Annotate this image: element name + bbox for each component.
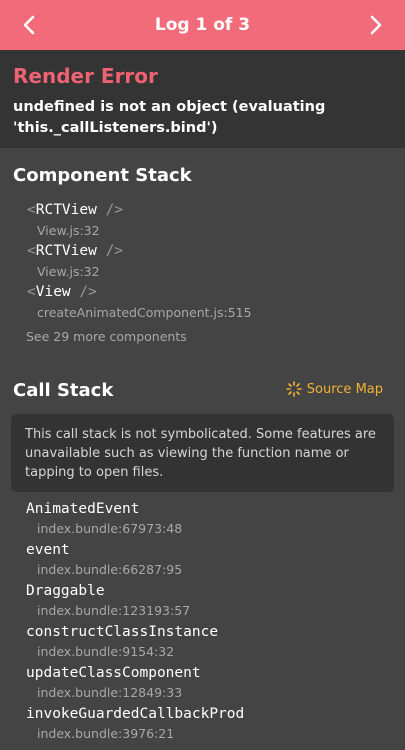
- component-file: View.js:32: [37, 223, 100, 238]
- stack-frame[interactable]: AnimatedEvent index.bundle:67973:48: [26, 501, 182, 536]
- frame-function: Draggable: [26, 583, 105, 599]
- frame-location: index.bundle:3976:21: [37, 726, 175, 741]
- error-title: Render Error: [13, 64, 158, 88]
- source-map-button[interactable]: Source Map: [285, 381, 383, 397]
- previous-log-button[interactable]: [4, 0, 54, 50]
- frame-location: index.bundle:67973:48: [37, 521, 183, 536]
- frame-function: constructClassInstance: [26, 624, 219, 640]
- component-file: createAnimatedComponent.js:515: [37, 305, 252, 320]
- frame-location: index.bundle:123193:57: [37, 603, 191, 618]
- frame-location: index.bundle:9154:32: [37, 644, 175, 659]
- component-file: View.js:32: [37, 264, 100, 279]
- frame-location: index.bundle:66287:95: [37, 562, 183, 577]
- source-map-label: Source Map: [306, 381, 383, 397]
- frame-function: event: [26, 542, 70, 558]
- frame-function: invokeGuardedCallbackProd: [26, 706, 245, 722]
- stack-frame[interactable]: constructClassInstance index.bundle:9154…: [26, 624, 218, 659]
- log-counter-title: Log 1 of 3: [154, 15, 251, 35]
- stack-frame[interactable]: event index.bundle:66287:95: [26, 542, 182, 577]
- component-stack-item[interactable]: <View /> createAnimatedComponent.js:515: [27, 284, 252, 320]
- component-stack-item[interactable]: <RCTView /> View.js:32: [27, 243, 123, 279]
- component-name: RCTView: [35, 243, 97, 259]
- error-header: Render Error undefined is not an object …: [0, 50, 405, 148]
- component-name: RCTView: [35, 202, 97, 218]
- component-name: View: [35, 284, 71, 300]
- log-navigation-bar: Log 1 of 3: [0, 0, 405, 50]
- see-more-components-link[interactable]: See 29 more components: [26, 329, 187, 344]
- component-stack-title: Component Stack: [13, 165, 192, 186]
- frame-location: index.bundle:12849:33: [37, 685, 183, 700]
- stack-frame[interactable]: updateClassComponent index.bundle:12849:…: [26, 665, 201, 700]
- sun-icon: [285, 381, 302, 397]
- frame-function: updateClassComponent: [26, 665, 201, 681]
- stack-frame[interactable]: invokeGuardedCallbackProd index.bundle:3…: [26, 706, 244, 741]
- next-log-button[interactable]: [351, 0, 401, 50]
- symbolication-notice: This call stack is not symbolicated. Som…: [11, 414, 394, 492]
- stack-frame[interactable]: Draggable index.bundle:123193:57: [26, 583, 190, 618]
- chevron-right-icon: [370, 15, 382, 35]
- error-message: undefined is not an object (evaluating '…: [13, 99, 326, 136]
- call-stack-title: Call Stack: [13, 380, 114, 401]
- component-stack-item[interactable]: <RCTView /> View.js:32: [27, 202, 123, 238]
- chevron-left-icon: [23, 15, 35, 35]
- frame-function: AnimatedEvent: [26, 501, 140, 517]
